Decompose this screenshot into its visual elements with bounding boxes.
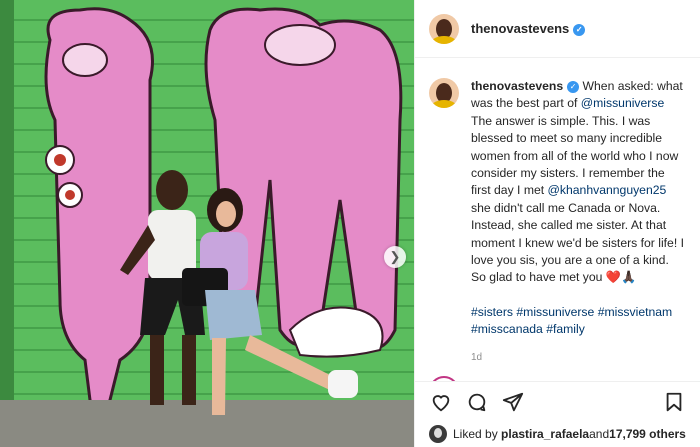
post-side-panel: thenovastevens ✓ thenovastevens ✓ When ask… (414, 0, 700, 447)
next-photo-button[interactable]: ❯ (384, 246, 406, 268)
post-header: thenovastevens ✓ (415, 0, 700, 58)
hashtag-link[interactable]: #sisters (471, 305, 513, 319)
instagram-post-modal: ❯ thenovastevens ✓ thenovastevens ✓ When a… (0, 0, 700, 447)
hashtags: #sisters #missuniverse #missvietnam #mis… (471, 304, 686, 339)
author-avatar[interactable] (429, 13, 459, 44)
verified-badge-icon: ✓ (573, 24, 586, 36)
caption-comment: thenovastevens ✓ When asked: what was the… (429, 78, 686, 339)
commenter-avatar[interactable] (429, 376, 459, 381)
hashtag-link[interactable]: #missvietnam (598, 305, 673, 319)
liker-username[interactable]: plastira_rafaela (501, 427, 589, 441)
hashtag-link[interactable]: #misscanada (471, 322, 543, 336)
next-comment-peek (429, 376, 651, 381)
comments-area: thenovastevens ✓ When asked: what was the… (415, 58, 700, 381)
liker-avatar[interactable] (429, 425, 447, 443)
caption-timestamp[interactable]: 1d (471, 352, 686, 363)
photo-illustration (0, 0, 414, 447)
likes-count[interactable]: 17,799 others (609, 427, 686, 441)
share-icon[interactable] (501, 390, 525, 414)
caption-segment: she didn't call me Canada or Nova. Inste… (471, 200, 684, 285)
likes-summary: Liked by plastira_rafaela and 17,799 oth… (415, 421, 700, 447)
emoji: ❤️🙏🏿 (605, 270, 637, 285)
verified-badge-icon: ✓ (567, 81, 580, 93)
caption-username[interactable]: thenovastevens (471, 79, 563, 93)
mention-link[interactable]: @khanhvannguyen25 (548, 183, 667, 197)
author-username[interactable]: thenovastevens ✓ (471, 21, 586, 36)
likes-middle: and (589, 427, 610, 441)
comment-icon[interactable] (465, 390, 489, 414)
mention-link[interactable]: @missuniverse (581, 96, 665, 110)
caption-text: thenovastevens ✓ When asked: what was the… (471, 78, 686, 339)
post-photo[interactable]: ❯ (0, 0, 414, 447)
caption-avatar[interactable] (429, 78, 459, 108)
hashtag-link[interactable]: #family (546, 322, 585, 336)
likes-prefix: Liked by (453, 427, 498, 441)
heart-icon[interactable] (429, 390, 453, 414)
chevron-right-icon: ❯ (389, 249, 401, 264)
action-bar (415, 381, 700, 421)
hashtag-link[interactable]: #missuniverse (516, 305, 594, 319)
bookmark-icon[interactable] (662, 390, 686, 414)
